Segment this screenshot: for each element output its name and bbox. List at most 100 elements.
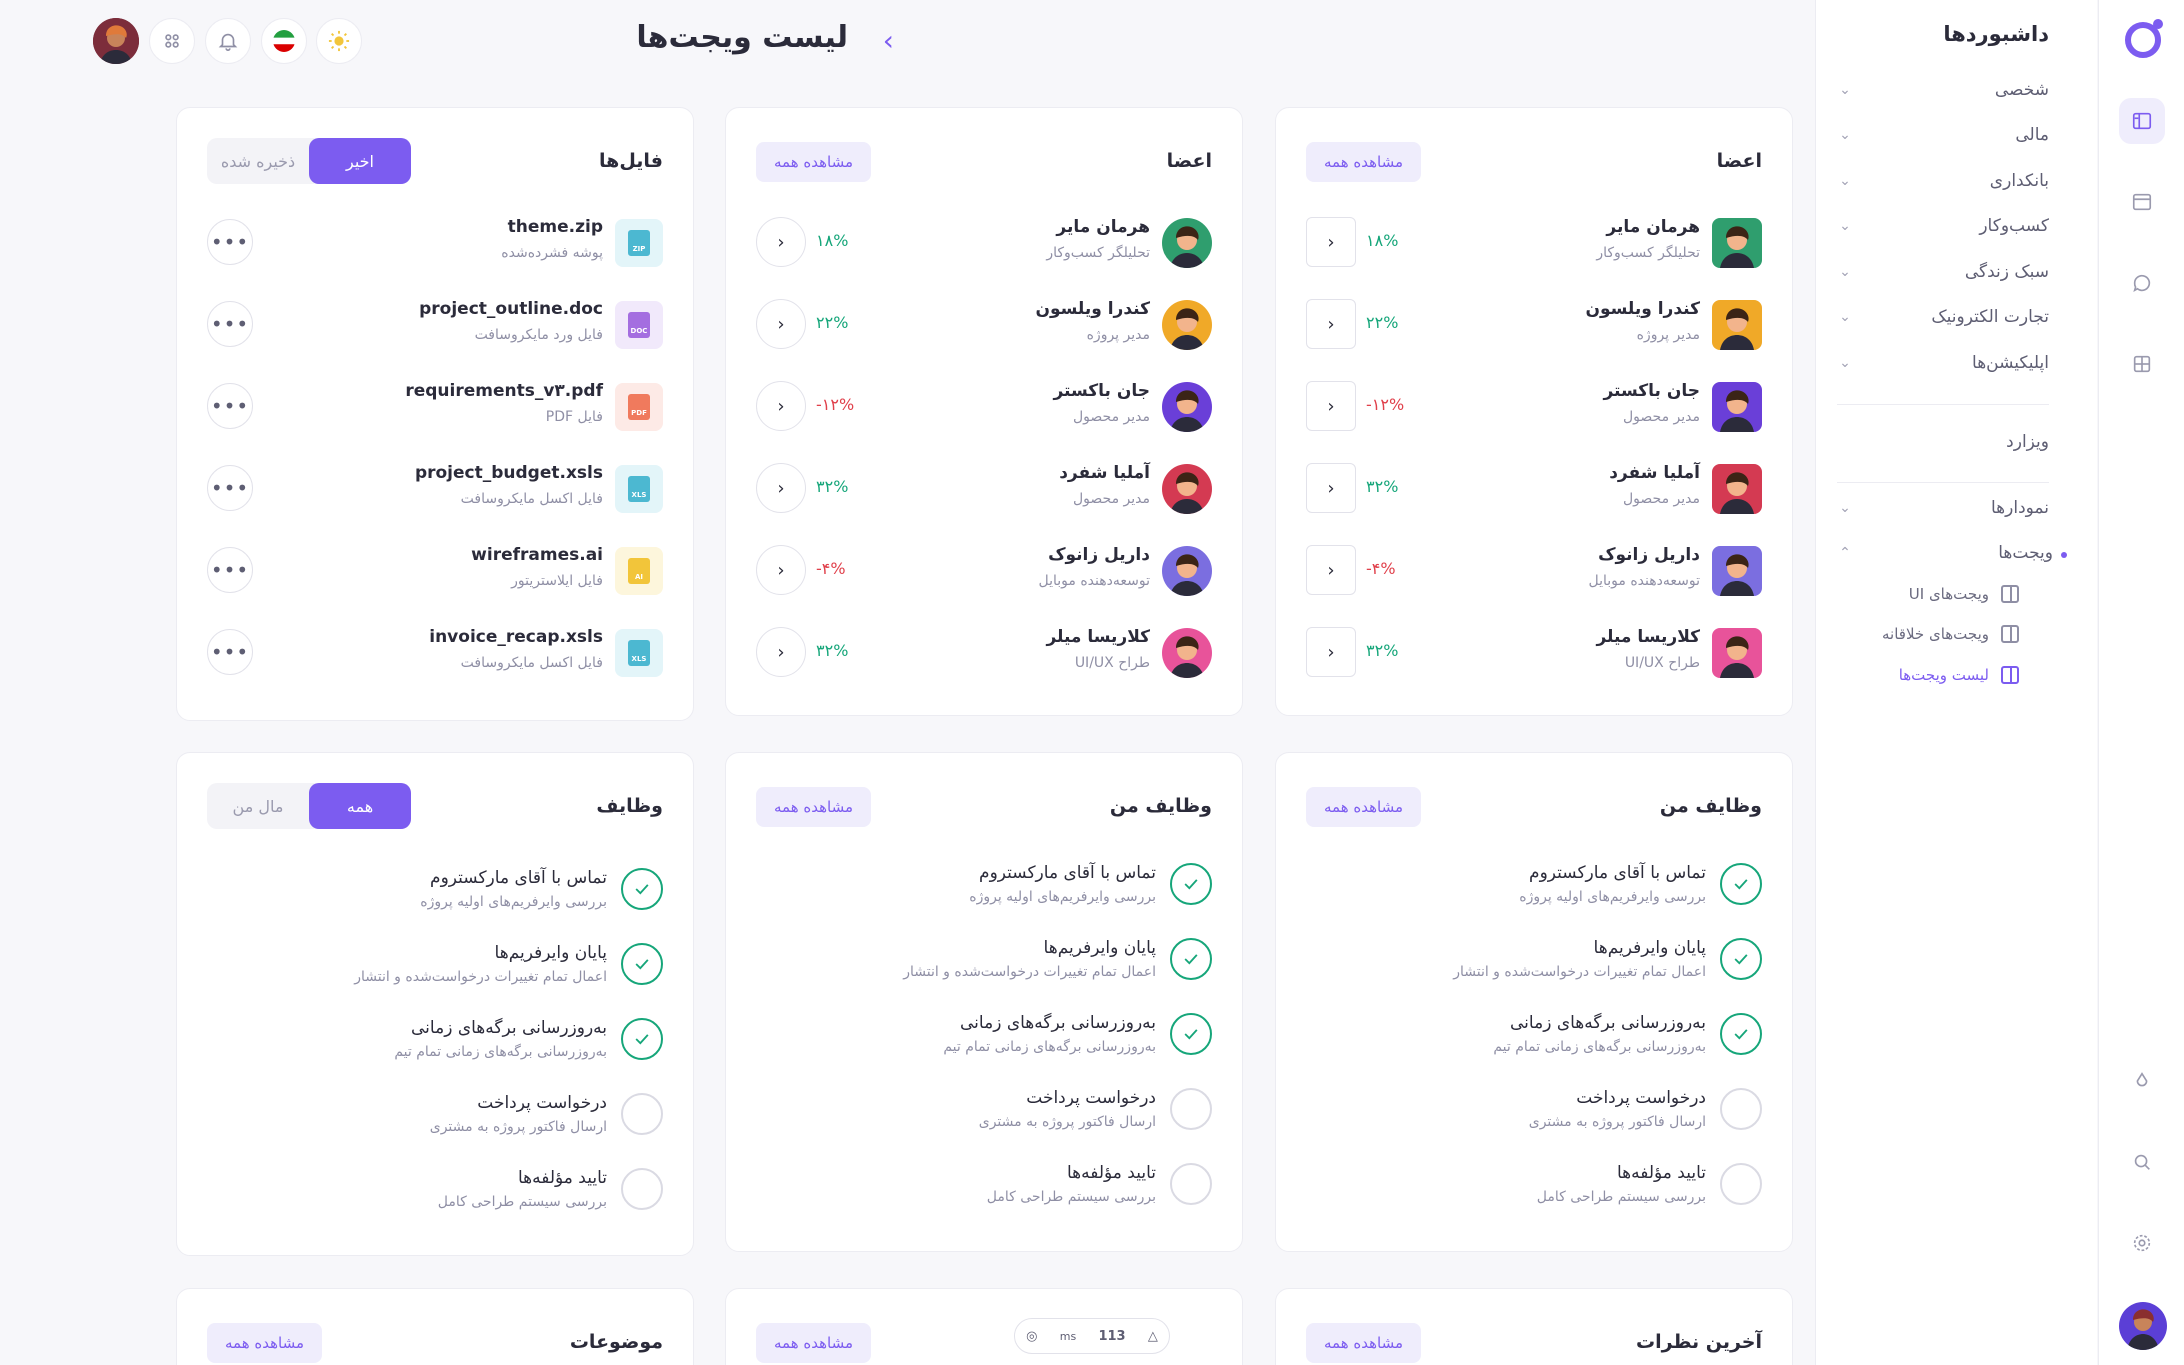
member-row: آملیا شفرد مدیر محصول ۳۲% ‹ xyxy=(1306,461,1762,517)
task-checkbox[interactable] xyxy=(1170,1013,1212,1055)
file-row[interactable]: DOC project_outline.doc فایل ورد مایکروساف… xyxy=(207,297,663,353)
view-all-button[interactable]: مشاهده همه xyxy=(1306,1323,1422,1363)
view-all-button[interactable]: مشاهده همه xyxy=(207,1323,323,1363)
file-row[interactable]: PDF requirements_v۳.pdf فایل PDF ••• xyxy=(207,379,663,435)
member-open-button[interactable]: ‹ xyxy=(1306,217,1356,267)
dashboard-nav-icon[interactable] xyxy=(2119,98,2165,144)
sidebar-item-apps[interactable]: اپلیکیشن‌ها ⌄ xyxy=(1837,346,2049,380)
task-subtitle: ارسال فاکتور پروژه به مشتری xyxy=(429,1119,607,1135)
settings-gear-icon[interactable] xyxy=(2119,1220,2165,1266)
more-options-button[interactable]: ••• xyxy=(207,465,253,511)
file-row[interactable]: ZIP theme.zip پوشه فشرده‌شده ••• xyxy=(207,215,663,271)
user-avatar[interactable] xyxy=(2119,1302,2167,1350)
drop-icon[interactable] xyxy=(2119,1058,2165,1104)
member-open-button[interactable]: ‹ xyxy=(756,545,806,595)
sidebar: داشبوردها شخصی ⌄ مالی ⌄ بانکداری ⌄ کسب‌و… xyxy=(1815,0,2097,1365)
more-options-button[interactable]: ••• xyxy=(207,301,253,347)
task-checkbox[interactable] xyxy=(1720,863,1762,905)
task-checkbox[interactable] xyxy=(621,868,663,910)
chevron-left-icon: ‹ xyxy=(777,313,785,335)
member-open-button[interactable]: ‹ xyxy=(756,217,806,267)
member-percentage: ۱۸% xyxy=(1366,231,1399,250)
sidebar-item-charts[interactable]: نمودارها ⌄ xyxy=(1837,491,2049,525)
tab-recent[interactable]: اخیر xyxy=(309,138,411,184)
view-all-button[interactable]: مشاهده همه xyxy=(756,787,872,827)
sidebar-sub-widget-list[interactable]: لیست ویجت‌ها xyxy=(1899,660,2019,690)
task-checkbox[interactable] xyxy=(1720,938,1762,980)
sidebar-item-wizard[interactable]: ویزارد xyxy=(1837,425,2049,459)
view-all-button[interactable]: مشاهده همه xyxy=(756,142,872,182)
task-subtitle: ارسال فاکتور پروژه به مشتری xyxy=(978,1114,1156,1130)
task-title: به‌روزرسانی برگه‌های زمانی xyxy=(411,1018,607,1038)
tab-all[interactable]: همه xyxy=(309,783,411,829)
notifications-button[interactable] xyxy=(205,18,251,64)
view-all-button[interactable]: مشاهده همه xyxy=(1306,787,1422,827)
task-checkbox[interactable] xyxy=(1170,1088,1212,1130)
task-checkbox[interactable] xyxy=(621,1168,663,1210)
task-checkbox[interactable] xyxy=(621,943,663,985)
sidebar-sub-ui-widgets[interactable]: ویجت‌های UI xyxy=(1909,579,2019,609)
more-options-button[interactable]: ••• xyxy=(207,629,253,675)
member-open-button[interactable]: ‹ xyxy=(1306,545,1356,595)
search-icon[interactable] xyxy=(2119,1139,2165,1185)
task-subtitle: به‌روزرسانی برگه‌های زمانی تمام تیم xyxy=(394,1044,607,1060)
task-subtitle: بررسی وایرفریم‌های اولیه پروژه xyxy=(969,889,1156,905)
chevron-left-icon: ‹ xyxy=(1327,395,1335,417)
member-name: آملیا شفرد xyxy=(1609,463,1700,483)
perf-unit: ms xyxy=(1059,1329,1077,1343)
file-type-icon: AI xyxy=(615,547,663,595)
logo-icon[interactable] xyxy=(2123,17,2165,59)
sidebar-item-business[interactable]: کسب‌وکار ⌄ xyxy=(1837,209,2049,243)
member-role: توسعه‌دهنده موبایل xyxy=(1038,573,1151,589)
view-all-button[interactable]: مشاهده همه xyxy=(756,1323,872,1363)
more-options-button[interactable]: ••• xyxy=(207,547,253,593)
member-open-button[interactable]: ‹ xyxy=(756,463,806,513)
tab-mine[interactable]: مال من xyxy=(207,797,309,816)
member-open-button[interactable]: ‹ xyxy=(1306,381,1356,431)
sidebar-item-finance[interactable]: مالی ⌄ xyxy=(1837,118,2049,152)
member-open-button[interactable]: ‹ xyxy=(1306,299,1356,349)
tab-saved[interactable]: ذخیره شده xyxy=(207,152,309,171)
file-row[interactable]: AI wireframes.ai فایل ایلاستریتور ••• xyxy=(207,543,663,599)
task-checkbox[interactable] xyxy=(1170,1163,1212,1205)
member-open-button[interactable]: ‹ xyxy=(756,299,806,349)
chevron-left-icon: ‹ xyxy=(777,231,785,253)
member-avatar xyxy=(1712,628,1762,678)
member-open-button[interactable]: ‹ xyxy=(756,627,806,677)
back-chevron-icon[interactable]: › xyxy=(883,24,894,57)
more-options-button[interactable]: ••• xyxy=(207,383,253,429)
theme-toggle-button[interactable] xyxy=(316,18,362,64)
language-flag-button[interactable] xyxy=(261,18,307,64)
file-row[interactable]: XLS invoice_recap.xsls فایل اکسل مایکروساف… xyxy=(207,625,663,681)
task-checkbox[interactable] xyxy=(621,1018,663,1060)
performance-indicator[interactable]: ◎ ms 113 △ xyxy=(1014,1318,1170,1354)
task-checkbox[interactable] xyxy=(1720,1088,1762,1130)
grid-nav-icon[interactable] xyxy=(2119,341,2165,387)
member-open-button[interactable]: ‹ xyxy=(1306,463,1356,513)
task-checkbox[interactable] xyxy=(1170,938,1212,980)
chevron-left-icon: ‹ xyxy=(1327,313,1335,335)
apps-button[interactable] xyxy=(149,18,195,64)
sidebar-item-widgets[interactable]: ویجت‌ها ⌃ xyxy=(1837,536,2067,570)
view-all-button[interactable]: مشاهده همه xyxy=(1306,142,1422,182)
chat-nav-icon[interactable] xyxy=(2119,260,2165,306)
member-name: آملیا شفرد xyxy=(1059,463,1150,483)
sidebar-item-personal[interactable]: شخصی ⌄ xyxy=(1837,73,2049,107)
header-avatar[interactable] xyxy=(93,18,139,64)
card-title: وظایف xyxy=(596,795,663,817)
browser-nav-icon[interactable] xyxy=(2119,179,2165,225)
ellipsis-icon: ••• xyxy=(210,312,250,336)
task-checkbox[interactable] xyxy=(1720,1163,1762,1205)
member-open-button[interactable]: ‹ xyxy=(756,381,806,431)
member-open-button[interactable]: ‹ xyxy=(1306,627,1356,677)
sidebar-item-ecommerce[interactable]: تجارت الکترونیک ⌄ xyxy=(1837,300,2049,334)
sidebar-item-banking[interactable]: بانکداری ⌄ xyxy=(1837,164,2049,198)
sidebar-item-lifestyle[interactable]: سبک زندگی ⌄ xyxy=(1837,255,2049,289)
more-options-button[interactable]: ••• xyxy=(207,219,253,265)
task-checkbox[interactable] xyxy=(1170,863,1212,905)
file-row[interactable]: XLS project_budget.xsls فایل اکسل مایکروسا… xyxy=(207,461,663,517)
task-checkbox[interactable] xyxy=(1720,1013,1762,1055)
task-checkbox[interactable] xyxy=(621,1093,663,1135)
member-role: مدیر محصول xyxy=(1073,409,1150,425)
sidebar-sub-creative-widgets[interactable]: ویجت‌های خلاقانه xyxy=(1882,619,2019,649)
